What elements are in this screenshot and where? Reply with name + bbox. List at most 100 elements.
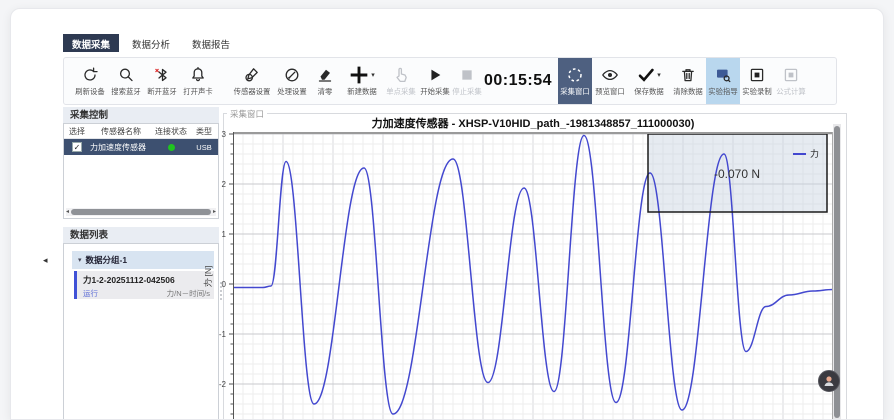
search-bluetooth-label: 搜索蓝牙 [111,86,140,96]
plus-icon [349,65,369,85]
horizontal-scrollbar[interactable]: ◂ ▸ [66,208,216,216]
bluetooth-x-icon [153,66,171,84]
guide-board-icon [714,66,732,84]
search-bluetooth-button[interactable]: 搜索蓝牙 [108,58,144,104]
open-soundcard-label: 打开声卡 [183,86,212,96]
data-list-header: 数据列表 [63,227,219,244]
waveform-chart[interactable]: -0.070 N力3210-1-2力 [N] [233,132,837,420]
refresh-device-label: 刷新设备 [75,86,104,96]
collect-window-label: 采集窗口 [560,86,589,96]
column-header-0: 选择 [64,126,90,137]
clear-data-label: 清除数据 [673,86,702,96]
tab-bar: 数据采集数据分析数据报告 [63,34,239,52]
data-list: ▾ 数据分组-1 力1-2-20251112-042506 运行 力/N－时间/… [63,243,219,420]
column-header-1: 传感器名称 [90,126,152,137]
person-icon [822,374,836,388]
experiment-guide-button[interactable]: 实验指导 [706,58,740,104]
column-header-2: 连接状态 [152,126,190,137]
new-data-button[interactable]: ▾新建数据 [342,58,382,104]
cursor-value-annotation: -0.070 N [714,167,760,181]
start-collect-label: 开始采集 [420,86,449,96]
sensor-pencil-icon [243,66,261,84]
column-header-3: 类型 [190,126,218,137]
sensor-table: 选择传感器名称连接状态类型 ✓ 力加速度传感器 USB ◂ ▸ [63,123,219,219]
save-data-label: 保存数据 [634,86,663,96]
data-group-label: 数据分组-1 [86,254,128,266]
y-tick-label: -1 [219,330,227,339]
assistant-avatar-button[interactable] [818,370,840,392]
tab-0[interactable]: 数据采集 [63,34,119,52]
y-tick-label: 0 [222,280,227,289]
dashed-circle-icon [566,66,584,84]
sensor-name: 力加速度传感器 [90,142,152,153]
preview-window-button[interactable]: 预览窗口 [592,58,628,104]
formula-calc-label: 公式计算 [776,86,805,96]
sensor-table-header: 选择传感器名称连接状态类型 [64,124,218,139]
scroll-left-icon[interactable]: ◂ [66,208,69,216]
stop-collect-button[interactable]: 停止采集 [450,58,484,104]
check-icon [637,66,655,84]
sensor-settings-label: 传感器设置 [234,86,271,96]
y-tick-label: 2 [222,180,227,189]
preview-window-label: 预览窗口 [595,86,624,96]
disconnect-bluetooth-button[interactable]: 断开蓝牙 [144,58,180,104]
data-item-status: 运行 [83,288,98,299]
formula-square-icon [782,66,800,84]
data-item-axes: 力/N－时间/s [167,288,210,299]
zero-clear-label: 清零 [318,86,333,96]
record-square-icon [748,66,766,84]
sensor-row[interactable]: ✓ 力加速度传感器 USB [64,139,218,155]
y-tick-label: -2 [219,380,227,389]
y-axis-title: 力 [N] [203,266,213,288]
experiment-record-label: 实验录制 [742,86,771,96]
eraser-icon [316,66,334,84]
collect-window-button[interactable]: 采集窗口 [558,58,592,104]
chevron-down-icon[interactable]: ▾ [657,71,661,79]
legend-label: 力 [810,148,819,159]
sensor-settings-button[interactable]: 传感器设置 [230,58,274,104]
stop-collect-label: 停止采集 [452,86,481,96]
y-tick-label: 1 [222,230,227,239]
stop-icon [460,68,474,82]
search-icon [117,66,135,84]
gauge-icon [283,66,301,84]
hand-point-icon [392,66,410,84]
sensor-checkbox[interactable]: ✓ [72,142,82,152]
refresh-device-button[interactable]: 刷新设备 [72,58,108,104]
data-group-row[interactable]: ▾ 数据分组-1 [72,251,214,269]
acquisition-control-header: 采集控制 [63,107,219,124]
experiment-record-button[interactable]: 实验录制 [740,58,774,104]
app-window: 数据采集数据分析数据报告 刷新设备搜索蓝牙断开蓝牙打开声卡 传感器设置处理设置 清零… [10,8,884,420]
collection-timer: 00:15:54 [484,58,558,104]
tab-2[interactable]: 数据报告 [183,34,239,52]
play-icon [427,67,443,83]
scroll-right-icon[interactable]: ▸ [213,208,216,216]
refresh-icon [81,66,99,84]
disconnect-bluetooth-label: 断开蓝牙 [147,86,176,96]
data-item[interactable]: 力1-2-20251112-042506 运行 力/N－时间/s ⋮ [74,271,214,299]
status-dot [168,144,175,151]
eye-icon [601,66,619,84]
sidebar-collapse-icon[interactable]: ◂ [43,255,48,266]
data-item-title: 力1-2-20251112-042506 [83,274,210,286]
chevron-down-icon[interactable]: ▾ [371,71,375,79]
process-settings-button[interactable]: 处理设置 [274,58,310,104]
save-data-button[interactable]: ▾ 保存数据 [628,58,670,104]
experiment-guide-label: 实验指导 [708,86,737,96]
process-settings-label: 处理设置 [277,86,306,96]
open-soundcard-button[interactable]: 打开声卡 [180,58,216,104]
single-point-button[interactable]: 单点采集 [382,58,420,104]
start-collect-button[interactable]: 开始采集 [420,58,450,104]
formula-calc-button[interactable]: 公式计算 [774,58,808,104]
chevron-down-icon[interactable]: ▾ [78,256,82,264]
bell-icon [189,66,207,84]
scrollbar-thumb[interactable] [71,209,211,215]
zero-clear-button[interactable]: 清零 [310,58,340,104]
single-point-label: 单点采集 [386,86,415,96]
y-tick-label: 3 [222,130,227,139]
sensor-type: USB [190,143,218,152]
toolbar: 刷新设备搜索蓝牙断开蓝牙打开声卡 传感器设置处理设置 清零 ▾新建数据单点采集开始采集… [63,57,837,105]
trash-icon [679,66,697,84]
clear-data-button[interactable]: 清除数据 [670,58,706,104]
tab-1[interactable]: 数据分析 [123,34,179,52]
